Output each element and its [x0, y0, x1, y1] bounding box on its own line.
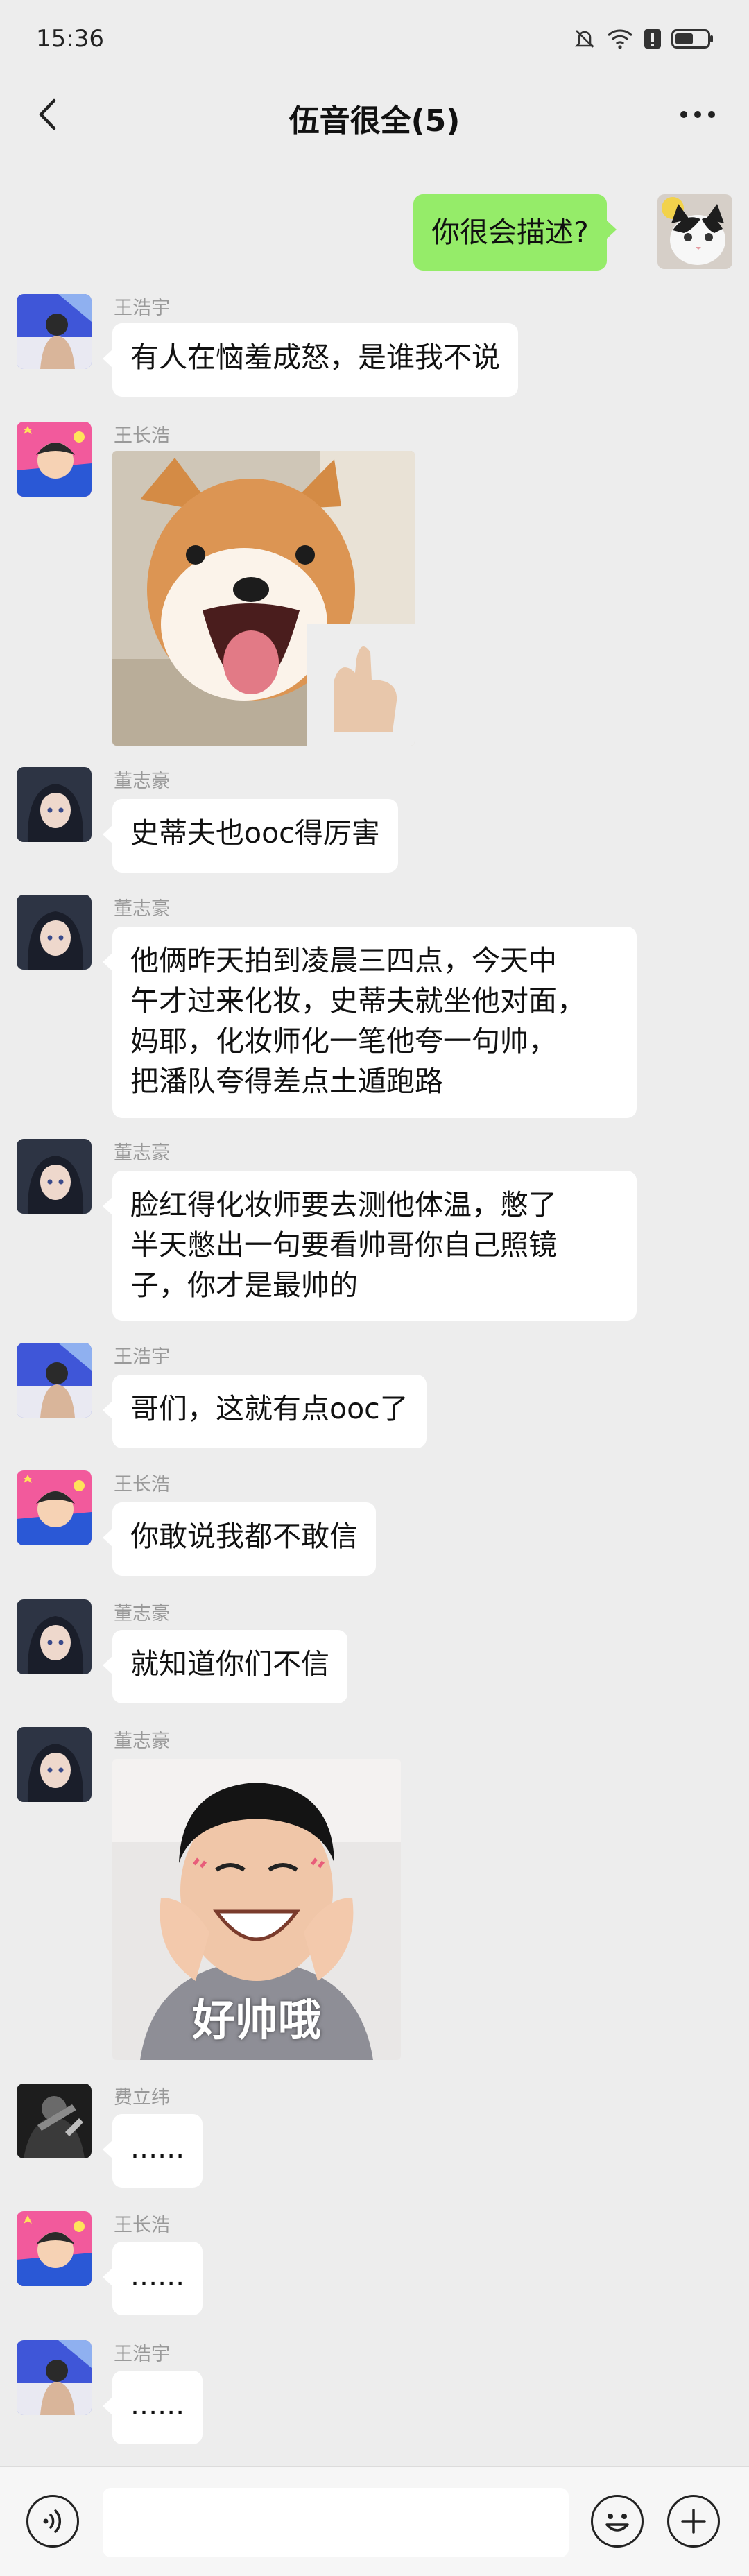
sender-name: 王浩宇	[114, 298, 170, 319]
avatar-dong-zhihao[interactable]	[17, 1727, 92, 1802]
message-text: 史蒂夫也ooc得厉害	[130, 816, 380, 850]
avatar-wang-changhao-image	[17, 1470, 92, 1545]
avatar-fei-liwei[interactable]	[17, 2084, 92, 2158]
status-time: 15:36	[36, 25, 104, 53]
sender-name: 董志豪	[114, 1142, 170, 1164]
message-text: ......	[130, 2259, 185, 2292]
avatar-wang-haoyu[interactable]	[17, 294, 92, 369]
avatar-wang-changhao[interactable]	[17, 2211, 92, 2286]
message-text: ......	[130, 2131, 185, 2165]
message-bubble[interactable]: 你敢说我都不敢信	[103, 1502, 376, 1576]
message-text: 哥们，这就有点ooc了	[130, 1392, 408, 1425]
sender-name: 王长浩	[114, 2215, 170, 2236]
sender-name: 王浩宇	[114, 2344, 170, 2365]
message-line: 子，你才是最帅的	[130, 1269, 358, 1302]
message-input[interactable]	[103, 2488, 569, 2557]
message-bubble[interactable]: 他俩昨天拍到凌晨三四点，今天中 午才过来化妆，史蒂夫就坐他对面， 妈耶，化妆师化…	[103, 927, 637, 1118]
message-bubble[interactable]: ......	[102, 2371, 203, 2444]
shiba-dog-thumbs-up-sticker[interactable]	[112, 451, 415, 746]
message-text: 你很会描述?	[431, 216, 589, 249]
emoji-icon	[605, 2514, 629, 2532]
avatar-wang-changhao[interactable]	[17, 422, 92, 497]
avatar-wang-haoyu-image	[17, 1343, 92, 1418]
message-line: 妈耶，化妆师化一笔他夸一句帅，	[130, 1024, 557, 1058]
self-avatar[interactable]	[657, 194, 732, 269]
avatar-wang-changhao-image	[17, 2211, 92, 2286]
avatar-wang-haoyu-image	[17, 2340, 92, 2415]
sender-name: 董志豪	[114, 771, 170, 792]
avatar-dong-zhihao-image	[17, 1727, 92, 1802]
avatar-dong-zhihao-image	[17, 1139, 92, 1214]
status-bar: 15:36	[0, 0, 749, 76]
message-bubble[interactable]: 哥们，这就有点ooc了	[103, 1375, 427, 1448]
input-bar	[0, 2466, 749, 2576]
battery-icon	[671, 28, 714, 50]
message-text: 就知道你们不信	[130, 1647, 329, 1681]
avatar-dong-zhihao[interactable]	[17, 767, 92, 842]
plus-icon	[681, 2509, 706, 2534]
avatar-wang-haoyu-image	[17, 294, 92, 369]
sender-name: 王长浩	[114, 1474, 170, 1495]
mute-bell-icon	[573, 27, 596, 51]
avatar-wang-changhao-image	[17, 422, 92, 497]
sender-name: 王浩宇	[114, 1346, 170, 1368]
avatar-fei-liwei-image	[17, 2084, 92, 2158]
sender-name: 王长浩	[114, 425, 170, 447]
message-line: 半天憋出一句要看帅哥你自己照镜	[130, 1228, 557, 1262]
avatar-dong-zhihao-image	[17, 767, 92, 842]
message-bubble[interactable]: 脸红得化妆师要去测他体温，憋了 半天憋出一句要看帅哥你自己照镜 子，你才是最帅的	[103, 1171, 637, 1321]
message-bubble-self[interactable]: 你很会描述?	[413, 194, 617, 271]
message-text: ......	[130, 2388, 185, 2421]
message-text: 你敢说我都不敢信	[130, 1520, 358, 1553]
message-line: 午才过来化妆，史蒂夫就坐他对面，	[130, 984, 585, 1017]
chat-header: 伍音很全(5)	[0, 76, 749, 153]
more-button[interactable]	[670, 92, 725, 137]
smiling-boy-sticker[interactable]: 好帅哦	[112, 1759, 401, 2060]
avatar-dong-zhihao[interactable]	[17, 1599, 92, 1674]
sender-name: 费立纬	[114, 2087, 170, 2109]
status-icons	[573, 25, 714, 53]
message-text: 有人在恼羞成怒，是谁我不说	[130, 341, 500, 374]
sticker-caption: 好帅哦	[191, 1995, 321, 2045]
message-bubble[interactable]: ......	[102, 2114, 203, 2188]
message-line: 他俩昨天拍到凌晨三四点，今天中	[130, 944, 557, 977]
emoji-button[interactable]	[591, 2495, 644, 2548]
chat-title: 伍音很全(5)	[289, 103, 460, 139]
avatar-dong-zhihao[interactable]	[17, 1139, 92, 1214]
message-bubble[interactable]: 史蒂夫也ooc得厉害	[103, 799, 398, 873]
cat-avatar	[657, 194, 732, 269]
sender-name: 董志豪	[114, 898, 170, 920]
alert-icon	[644, 27, 662, 51]
avatar-wang-haoyu[interactable]	[17, 2340, 92, 2415]
message-bubble[interactable]: ......	[102, 2242, 203, 2315]
plus-button[interactable]	[667, 2495, 720, 2548]
sender-name: 董志豪	[114, 1731, 170, 1752]
voice-icon	[43, 2509, 61, 2533]
avatar-dong-zhihao[interactable]	[17, 895, 92, 970]
wifi-icon	[606, 27, 634, 51]
message-line: 脸红得化妆师要去测他体温，憋了	[130, 1188, 557, 1221]
more-dots-icon	[680, 111, 687, 118]
avatar-dong-zhihao-image	[17, 895, 92, 970]
avatar-dong-zhihao-image	[17, 1599, 92, 1674]
voice-button[interactable]	[26, 2495, 79, 2548]
message-bubble[interactable]: 就知道你们不信	[103, 1630, 347, 1703]
message-line: 把潘队夸得差点土遁跑路	[130, 1065, 443, 1098]
sender-name: 董志豪	[114, 1603, 170, 1624]
message-bubble[interactable]: 有人在恼羞成怒，是谁我不说	[103, 323, 518, 397]
avatar-wang-haoyu[interactable]	[17, 1343, 92, 1418]
avatar-wang-changhao[interactable]	[17, 1470, 92, 1545]
